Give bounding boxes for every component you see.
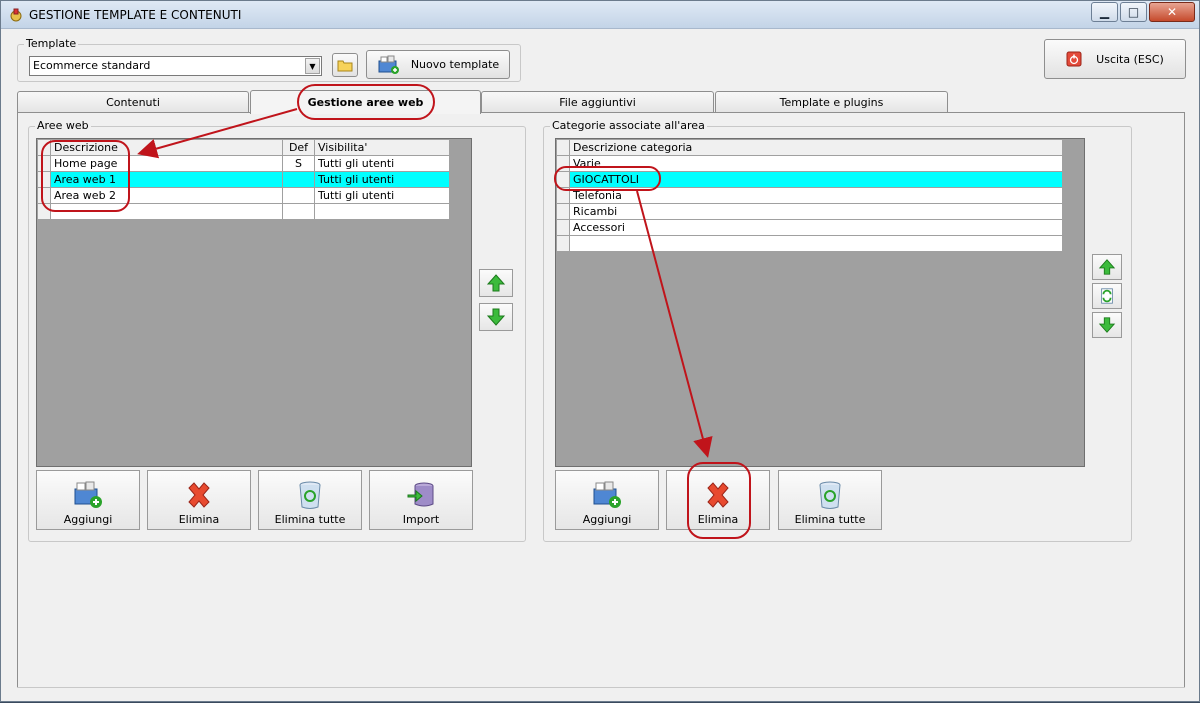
aree-import-button[interactable]: Import [369, 470, 473, 530]
table-row[interactable]: Area web 2 Tutti gli utenti [37, 187, 450, 204]
aree-delete-all-button[interactable]: Elimina tutte [258, 470, 362, 530]
refresh-document-icon [1101, 288, 1113, 304]
folder-icon [337, 60, 353, 72]
template-group-label: Template [24, 37, 79, 50]
cat-add-button[interactable]: Aggiungi [555, 470, 659, 530]
list-item[interactable]: Ricambi [556, 203, 1063, 220]
cat-delete-button[interactable]: Elimina [666, 470, 770, 530]
power-icon [1066, 51, 1082, 67]
tab-gestione-aree-web[interactable]: Gestione aree web [250, 90, 481, 114]
tab-panel-aree-web: Aree web Descrizione Def Visibilita' Hom… [17, 112, 1185, 688]
col-def[interactable]: Def [282, 139, 315, 156]
minimize-button[interactable]: ▁ [1091, 2, 1118, 22]
delete-x-icon [707, 482, 729, 508]
col-descrizione-categoria[interactable]: Descrizione categoria [569, 139, 1063, 156]
open-folder-button[interactable] [332, 53, 358, 77]
recycle-bin-icon [819, 481, 841, 509]
list-item[interactable]: Accessori [556, 219, 1063, 236]
arrow-down-icon [1098, 317, 1116, 333]
table-row-selected[interactable]: Area web 1 Tutti gli utenti [37, 171, 450, 188]
list-item[interactable]: Telefonia [556, 187, 1063, 204]
main-window: GESTIONE TEMPLATE E CONTENUTI ▁ □ ✕ Temp… [0, 0, 1200, 702]
aree-web-grid[interactable]: Descrizione Def Visibilita' Home page S … [36, 138, 472, 467]
title-bar: GESTIONE TEMPLATE E CONTENUTI ▁ □ ✕ [1, 1, 1199, 29]
app-icon [10, 8, 22, 22]
col-descrizione[interactable]: Descrizione [50, 139, 283, 156]
move-up-button[interactable] [479, 269, 513, 297]
exit-button[interactable]: Uscita (ESC) [1044, 39, 1186, 79]
aree-add-button[interactable]: Aggiungi [36, 470, 140, 530]
list-item[interactable]: Varie [556, 155, 1063, 172]
import-database-icon [407, 482, 434, 507]
aree-web-group-label: Aree web [35, 119, 91, 132]
aree-web-header: Descrizione Def Visibilita' [37, 139, 450, 156]
new-template-label: Nuovo template [410, 58, 500, 71]
new-template-button[interactable]: Nuovo template [366, 50, 510, 79]
tab-file-aggiuntivi[interactable]: File aggiuntivi [481, 91, 714, 113]
add-icon [74, 481, 102, 508]
arrow-up-icon [1098, 259, 1116, 275]
table-row[interactable]: Home page S Tutti gli utenti [37, 155, 450, 172]
col-visibilita[interactable]: Visibilita' [314, 139, 450, 156]
maximize-button[interactable]: □ [1120, 2, 1147, 22]
add-icon [593, 481, 621, 508]
list-item-empty[interactable] [556, 235, 1063, 252]
template-select[interactable]: Ecommerce standard ▼ [29, 56, 322, 76]
cat-delete-all-button[interactable]: Elimina tutte [778, 470, 882, 530]
bottom-divider [17, 687, 1185, 691]
categorie-header: Descrizione categoria [556, 139, 1063, 156]
delete-x-icon [188, 482, 210, 508]
arrow-down-icon [486, 308, 506, 326]
cat-move-up-button[interactable] [1092, 254, 1122, 280]
window-title: GESTIONE TEMPLATE E CONTENUTI [29, 8, 242, 22]
categorie-grid[interactable]: Descrizione categoria Varie GIOCATTOLI T… [555, 138, 1085, 467]
cat-refresh-button[interactable] [1092, 283, 1122, 309]
template-select-value: Ecommerce standard [33, 59, 151, 72]
aree-delete-button[interactable]: Elimina [147, 470, 251, 530]
list-item-selected[interactable]: GIOCATTOLI [556, 171, 1063, 188]
tab-contenuti[interactable]: Contenuti [17, 91, 249, 113]
add-template-icon [378, 55, 399, 74]
close-button[interactable]: ✕ [1149, 2, 1195, 22]
tab-template-plugins[interactable]: Template e plugins [715, 91, 948, 113]
move-down-button[interactable] [479, 303, 513, 331]
table-row-empty[interactable] [37, 203, 450, 220]
chevron-down-icon[interactable]: ▼ [305, 58, 320, 74]
arrow-up-icon [486, 274, 506, 292]
exit-label: Uscita (ESC) [1096, 52, 1164, 66]
cat-move-down-button[interactable] [1092, 312, 1122, 338]
categorie-group-label: Categorie associate all'area [550, 119, 707, 132]
recycle-bin-icon [299, 481, 321, 509]
